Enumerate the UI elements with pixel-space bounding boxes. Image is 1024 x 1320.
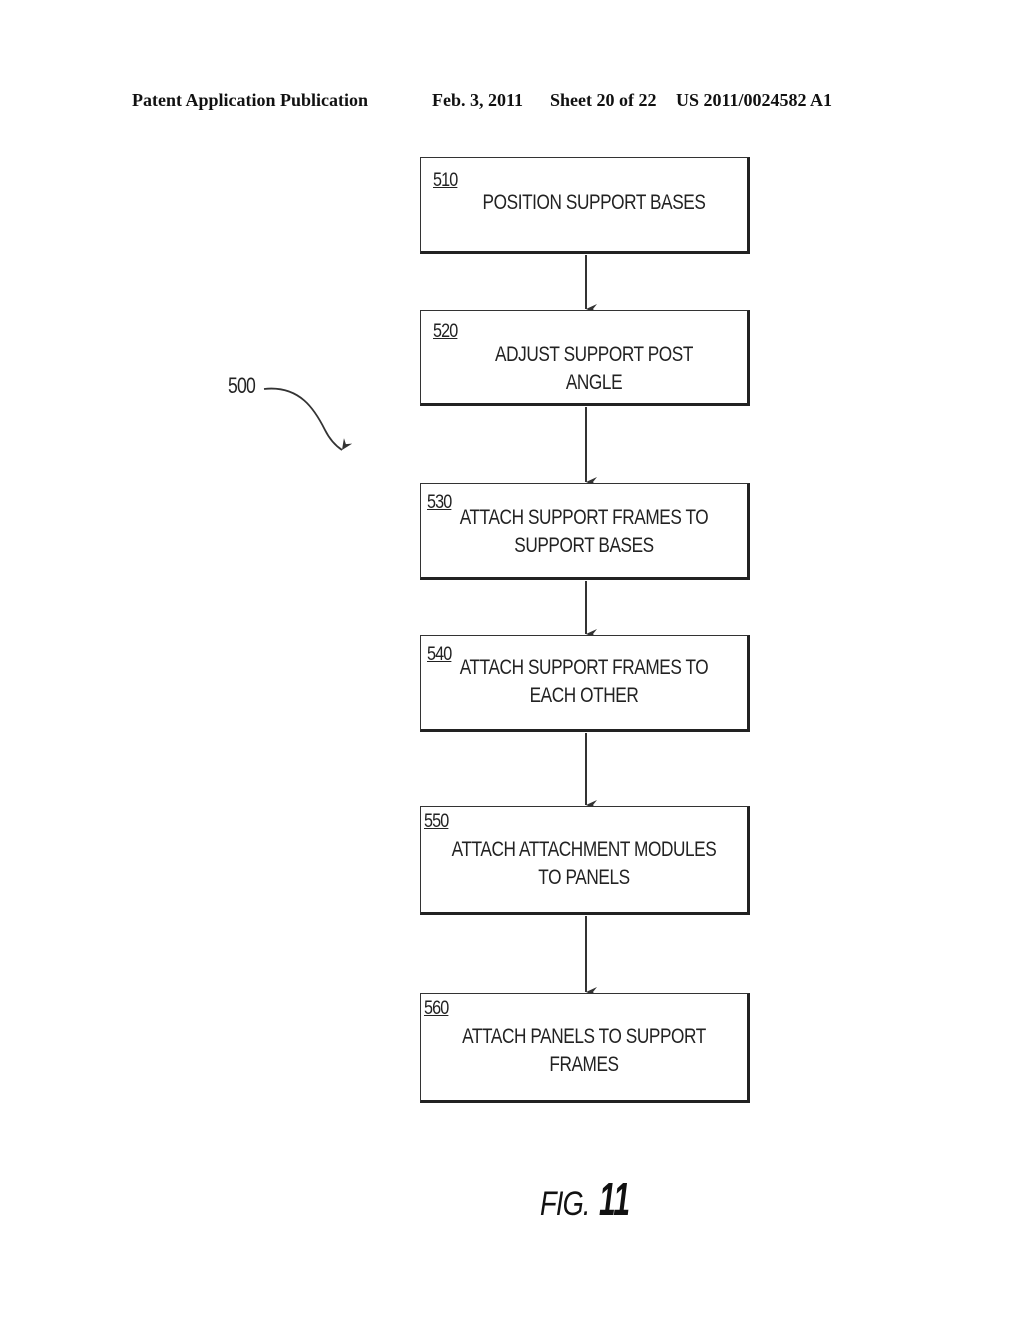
step-ref: 540 [427,644,452,665]
figure-prefix: FIG. [540,1185,590,1223]
step-ref: 510 [433,170,458,191]
step-text: POSITION SUPPORT BASES [482,191,706,214]
step-text-line-1: ATTACH PANELS TO SUPPORT [462,1025,706,1048]
step-530-box: 530 ATTACH SUPPORT FRAMES TO SUPPORT BAS… [420,483,750,580]
sheet-number: Sheet 20 of 22 [550,90,657,110]
step-text-line-2: FRAMES [549,1053,619,1076]
step-ref: 550 [424,811,449,832]
step-ref: 560 [424,998,449,1019]
step-text-line-2: SUPPORT BASES [514,534,654,557]
step-label: ADJUST SUPPORT POST ANGLE [469,341,720,397]
step-text-line-1: ATTACH SUPPORT FRAMES TO [459,656,709,679]
step-text-line-2: EACH OTHER [529,684,639,707]
step-label: ATTACH ATTACHMENT MODULES TO PANELS [450,836,717,892]
step-ref: 520 [433,321,458,342]
reference-500-leader [263,387,353,451]
figure-number: 11 [598,1173,630,1225]
step-label: ATTACH SUPPORT FRAMES TO SUPPORT BASES [450,504,717,560]
step-text-line-2: TO PANELS [538,866,630,889]
step-label: ATTACH SUPPORT FRAMES TO EACH OTHER [450,654,717,710]
flowchart-reference-number: 500 [228,373,256,398]
step-510-box: 510 POSITION SUPPORT BASES [420,157,750,254]
patent-number: US 2011/0024582 A1 [676,90,833,110]
step-label: ATTACH PANELS TO SUPPORT FRAMES [450,1023,717,1079]
step-540-box: 540 ATTACH SUPPORT FRAMES TO EACH OTHER [420,635,750,732]
step-560-box: 560 ATTACH PANELS TO SUPPORT FRAMES [420,993,750,1103]
step-text: ADJUST SUPPORT POST ANGLE [495,343,693,394]
publication-date: Feb. 3, 2011 [432,90,524,110]
figure-caption: FIG. 11 [540,1172,654,1226]
step-text-line-1: ATTACH SUPPORT FRAMES TO [459,506,709,529]
step-550-box: 550 ATTACH ATTACHMENT MODULES TO PANELS [420,806,750,915]
step-text-line-1: ATTACH ATTACHMENT MODULES [451,838,717,861]
step-ref: 530 [427,492,452,513]
step-label: POSITION SUPPORT BASES [469,189,720,217]
step-520-box: 520 ADJUST SUPPORT POST ANGLE [420,310,750,406]
publication-label: Patent Application Publication [132,90,369,110]
